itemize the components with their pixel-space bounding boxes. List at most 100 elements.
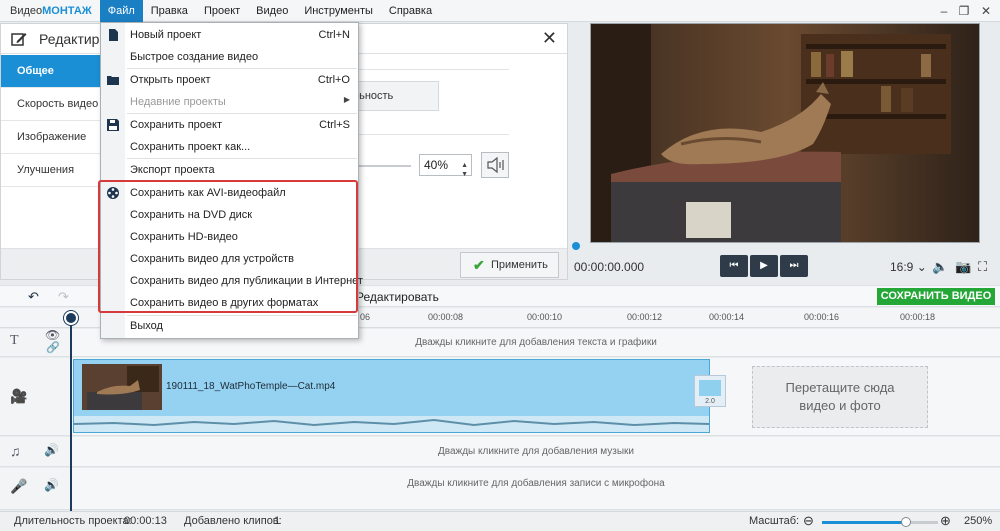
volume-slider[interactable] <box>359 165 411 167</box>
menu-item-save-internet[interactable]: Сохранить видео для публикации в Интерне… <box>101 270 363 292</box>
menu-item-export-project[interactable]: Экспорт проекта <box>101 159 358 181</box>
aspect-ratio-select[interactable]: 16:9 ⌄ <box>890 260 927 274</box>
menu-item-label: Сохранить видео в других форматах <box>130 297 319 309</box>
media-drop-zone[interactable]: Перетащите сюда видео и фото <box>752 366 928 428</box>
sidebar-item-general[interactable]: Общее <box>1 55 100 88</box>
speaker-icon[interactable]: 🔊 <box>44 443 59 457</box>
minimize-button[interactable]: – <box>933 0 955 22</box>
app-logo: ВидеоМОНТАЖ <box>0 5 100 17</box>
menu-project[interactable]: Проект <box>196 0 248 22</box>
sidebar-item-image[interactable]: Изображение <box>1 121 100 154</box>
zoom-label: Масштаб: <box>749 515 800 527</box>
menu-item-open-project[interactable]: Открыть проект Ctrl+O <box>101 69 358 91</box>
menu-edit[interactable]: Правка <box>143 0 196 22</box>
new-file-icon <box>109 29 118 41</box>
menu-help[interactable]: Справка <box>381 0 440 22</box>
video-track-header: 🎥 <box>0 358 70 436</box>
menu-video[interactable]: Видео <box>248 0 296 22</box>
sidebar-item-enhance[interactable]: Улучшения <box>1 154 100 187</box>
music-note-icon: ♫ <box>10 443 21 459</box>
menu-item-label: Недавние проекты <box>130 96 226 108</box>
submenu-arrow-icon: ▶ <box>343 95 350 104</box>
logo-text-bold: МОНТАЖ <box>42 4 92 17</box>
zoom-value: 250% <box>964 515 993 527</box>
logo-text-light: Видео <box>10 4 43 17</box>
zoom-slider[interactable] <box>822 517 938 527</box>
menu-item-shortcut: Ctrl+N <box>318 29 350 41</box>
volume-percent-input[interactable]: 40% ▲ ▼ <box>419 154 472 178</box>
clip-filename: 190111_18_WatPhoTemple—Cat.mp4 <box>166 381 336 392</box>
tick-label: 06 <box>360 312 371 322</box>
menu-item-shortcut: Ctrl+S <box>319 119 350 131</box>
menu-item-save-other-formats[interactable]: Сохранить видео в других форматах <box>101 292 358 314</box>
next-button[interactable]: ⏭ <box>780 255 808 277</box>
edit-panel-title: Редактиро <box>39 31 108 47</box>
link-icon[interactable]: 🔗 <box>46 341 60 354</box>
menu-item-label: Сохранить видео для публикации в Интерне… <box>130 275 363 287</box>
sidebar-item-speed[interactable]: Скорость видео <box>1 88 100 121</box>
mic-track-hint: Дважды кликните для добавления записи с … <box>407 478 665 489</box>
maximize-button[interactable]: ❐ <box>953 0 975 22</box>
tick-label: 00:00:12 <box>627 312 663 322</box>
clip-thumbnail <box>82 364 162 410</box>
menu-item-save-avi[interactable]: Сохранить как AVI-видеофайл <box>101 182 358 204</box>
edit-button[interactable]: Редактировать <box>356 290 439 304</box>
audio-waveform <box>73 416 710 432</box>
apply-button[interactable]: ✔ Применить <box>460 252 559 278</box>
music-track[interactable]: Дважды кликните для добавления музыки <box>72 437 1000 467</box>
mic-track-header: 🎤 🔊 <box>0 468 70 510</box>
speaker-icon[interactable]: 🔊 <box>44 478 59 492</box>
drop-hint-line1: Перетащите сюда <box>785 380 895 395</box>
save-video-button[interactable]: СОХРАНИТЬ ВИДЕО <box>877 288 995 305</box>
speaker-icon <box>487 156 504 174</box>
menu-item-label: Сохранить проект <box>130 119 223 131</box>
redo-icon[interactable]: ↷ <box>58 289 69 305</box>
volume-icon[interactable]: 🔈 <box>932 259 948 275</box>
menu-item-save-project-as[interactable]: Сохранить проект как... <box>101 136 358 158</box>
menu-item-save-devices[interactable]: Сохранить видео для устройств <box>101 248 358 270</box>
zoom-in-icon[interactable]: ⊕ <box>940 513 951 529</box>
menu-item-recent-projects[interactable]: Недавние проекты ▶ <box>101 91 358 113</box>
previous-button[interactable]: ⏮ <box>720 255 748 277</box>
menu-tools[interactable]: Инструменты <box>296 0 381 22</box>
zoom-out-icon[interactable]: ⊖ <box>803 513 814 529</box>
menu-item-save-dvd[interactable]: Сохранить на DVD диск <box>101 204 358 226</box>
playhead-handle[interactable] <box>64 311 78 325</box>
close-icon[interactable]: ✕ <box>542 28 557 49</box>
clip-thumbnail-image <box>82 364 162 410</box>
file-menu-dropdown: Новый проект Ctrl+N Быстрое создание вид… <box>100 22 363 339</box>
play-button[interactable]: ▶ <box>750 255 778 277</box>
folder-icon <box>107 76 119 85</box>
preview-progress-handle[interactable] <box>572 242 580 250</box>
menu-file[interactable]: Файл <box>99 0 143 22</box>
menu-item-new-project[interactable]: Новый проект Ctrl+N <box>101 24 358 46</box>
video-preview[interactable] <box>590 23 980 243</box>
menu-item-label: Открыть проект <box>130 74 211 86</box>
eye-icon[interactable]: 👁 <box>45 328 60 342</box>
snapshot-camera-icon[interactable]: 📷 <box>955 259 971 275</box>
zoom-slider-fill <box>822 521 906 524</box>
film-reel-icon <box>107 187 119 199</box>
spin-down-icon[interactable]: ▼ <box>461 165 468 185</box>
close-window-button[interactable]: ✕ <box>975 0 997 22</box>
divider <box>359 134 509 135</box>
menu-item-save-project[interactable]: Сохранить проект Ctrl+S <box>101 114 358 136</box>
transition-thumbnail[interactable]: 2.0 <box>694 375 726 407</box>
video-clip[interactable]: 190111_18_WatPhoTemple—Cat.mp4 <box>73 359 710 433</box>
menu-item-exit[interactable]: Выход <box>101 315 358 337</box>
undo-icon[interactable]: ↶ <box>28 289 39 305</box>
menu-item-label: Сохранить на DVD диск <box>130 209 253 221</box>
menu-item-label: Экспорт проекта <box>130 164 215 176</box>
mute-button[interactable] <box>481 152 509 178</box>
text-icon[interactable]: T <box>10 333 19 349</box>
fullscreen-icon[interactable]: ⛶ <box>978 259 987 275</box>
menu-item-quick-video[interactable]: Быстрое создание видео <box>101 46 358 68</box>
zoom-slider-handle[interactable] <box>900 517 911 527</box>
mic-track[interactable]: Дважды кликните для добавления записи с … <box>72 468 1000 510</box>
waveform-shape <box>73 418 710 427</box>
save-icon <box>107 119 119 131</box>
transition-preview-swatch <box>699 380 721 396</box>
text-track-header: T 👁 🔗 <box>0 328 70 357</box>
menu-item-save-hd[interactable]: Сохранить HD-видео <box>101 226 358 248</box>
menu-item-label: Быстрое создание видео <box>130 51 259 63</box>
